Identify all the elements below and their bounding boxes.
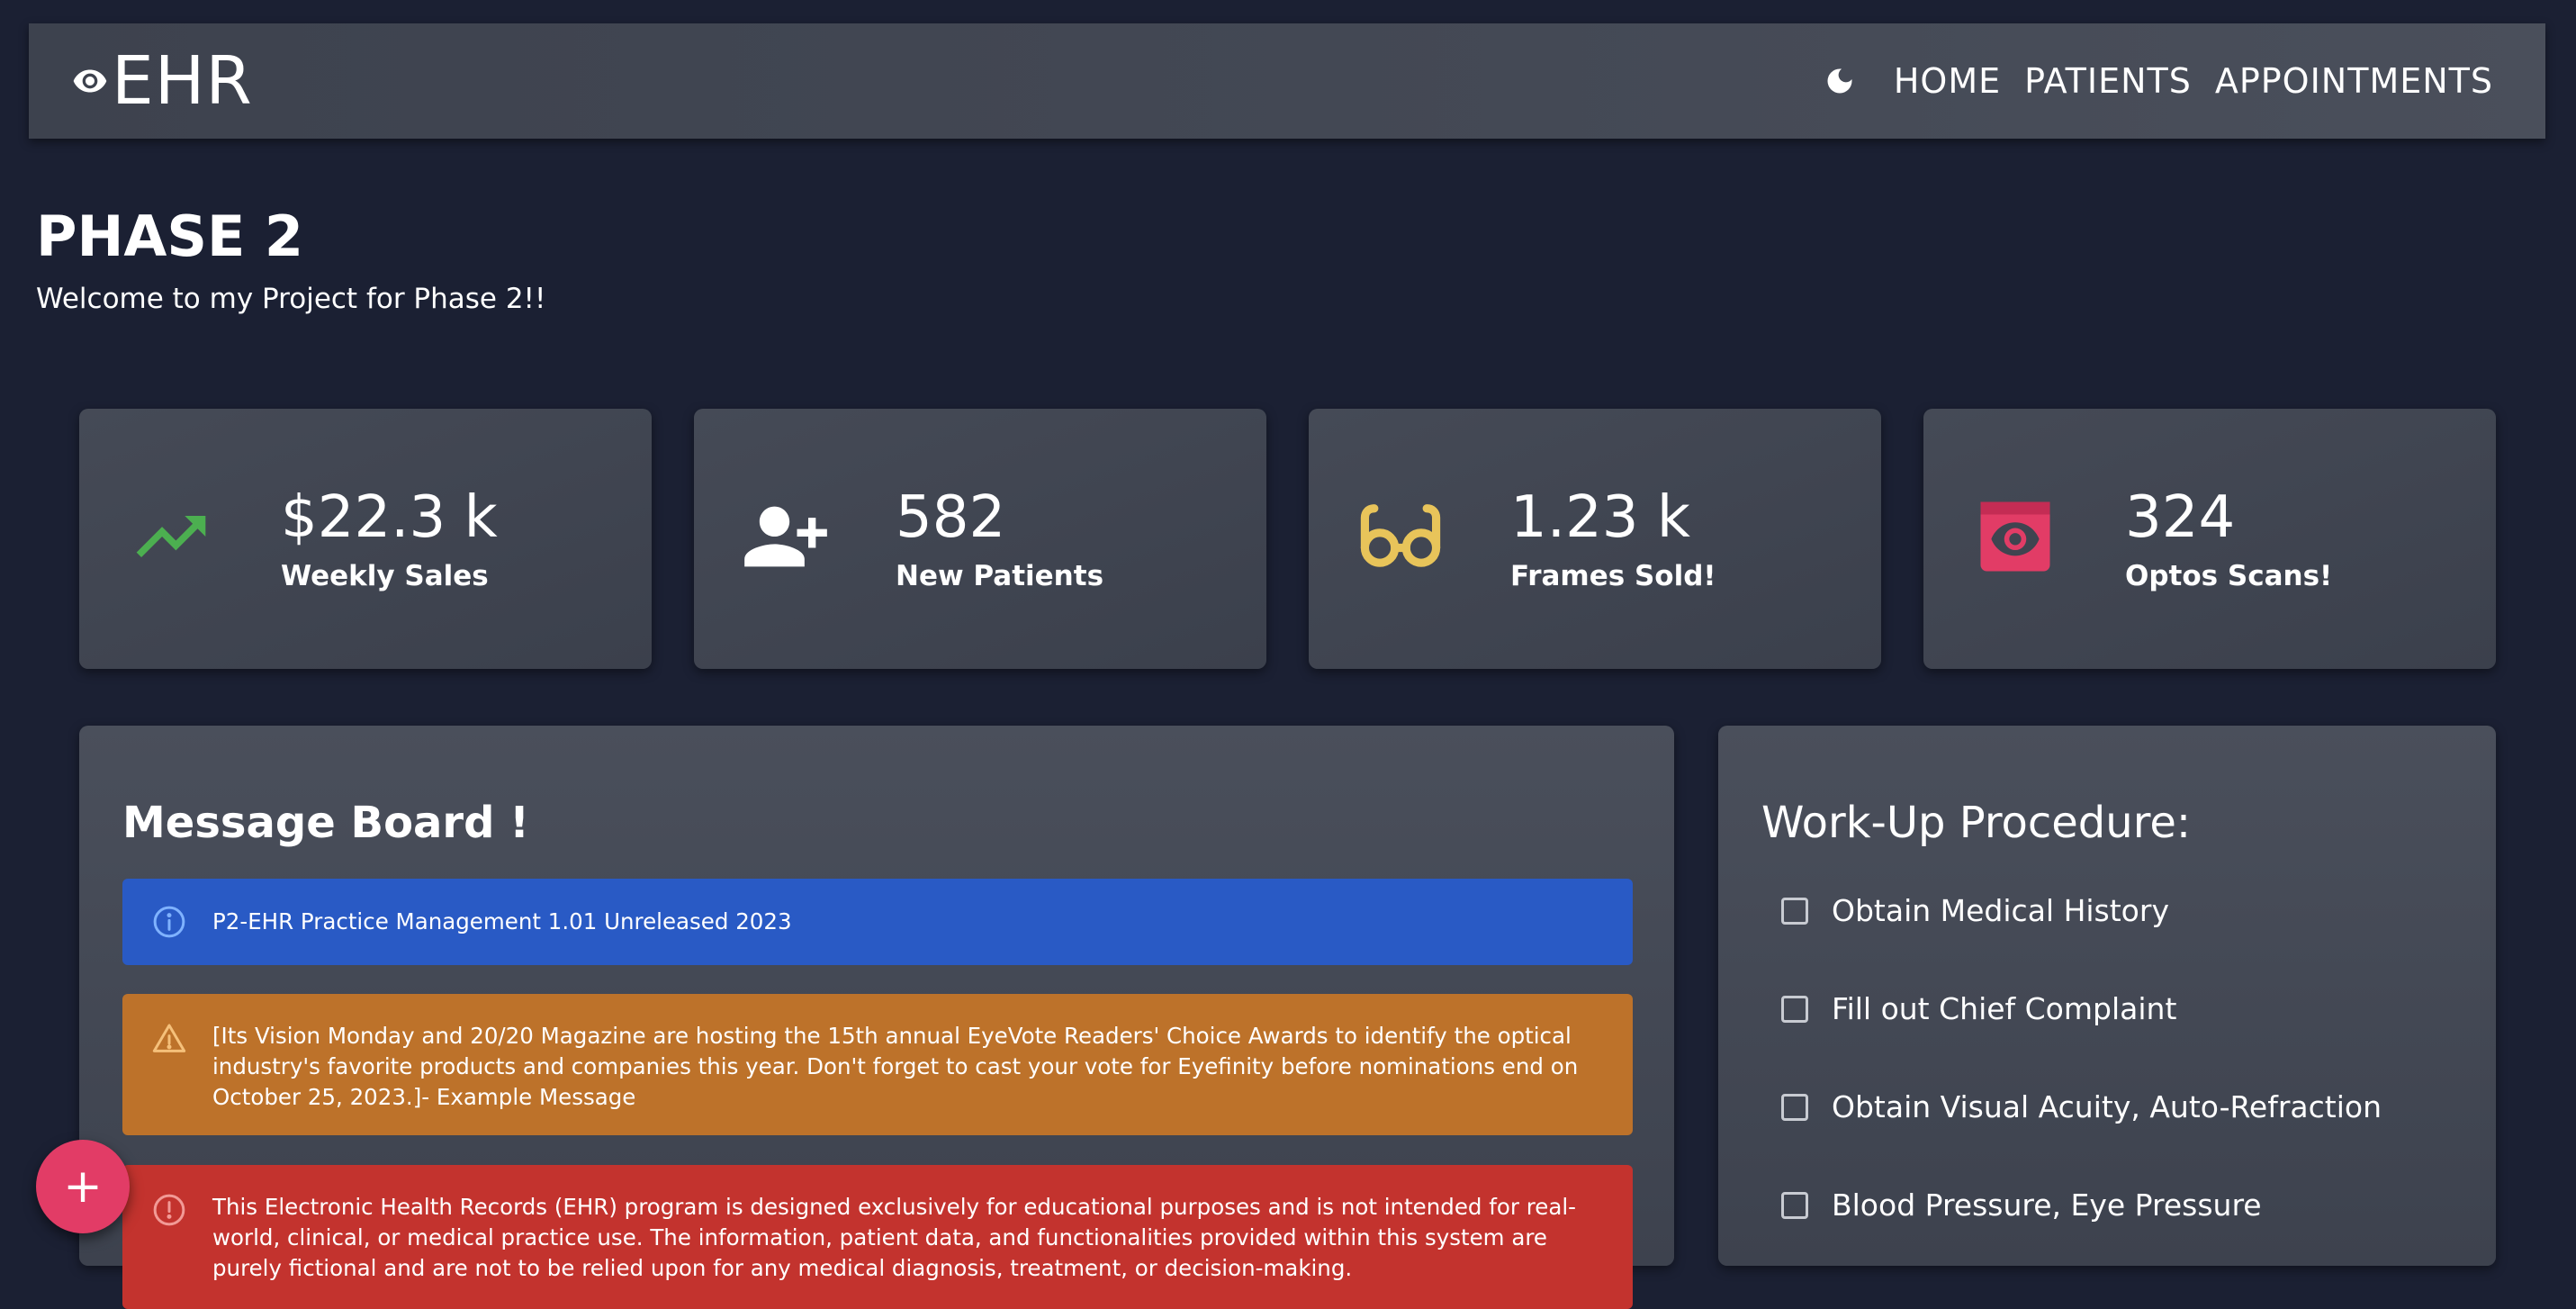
brand[interactable]: EHR	[72, 42, 253, 120]
workup-item-label: Blood Pressure, Eye Pressure	[1832, 1187, 2262, 1223]
add-fab-button[interactable]: +	[36, 1140, 130, 1233]
main-nav: HOME PATIENTS APPOINTMENTS	[1820, 61, 2493, 101]
checkbox[interactable]	[1781, 897, 1808, 925]
nav-appointments[interactable]: APPOINTMENTS	[2215, 61, 2493, 101]
message-board-panel: Message Board ! P2-EHR Practice Manageme…	[79, 726, 1674, 1309]
workup-item-label: Obtain Medical History	[1832, 893, 2169, 928]
workup-item[interactable]: Obtain Visual Acuity, Auto-Refraction	[1781, 1089, 2382, 1124]
checkbox[interactable]	[1781, 995, 1808, 1023]
stat-value: 1.23 k	[1510, 484, 1690, 551]
trending-up-icon	[126, 492, 216, 582]
workup-item[interactable]: Blood Pressure, Eye Pressure	[1781, 1187, 2262, 1223]
workup-item[interactable]: Obtain Medical History	[1781, 893, 2169, 928]
alert-text: P2-EHR Practice Management 1.01 Unreleas…	[212, 908, 792, 934]
eyeglasses-icon	[1356, 492, 1446, 582]
stat-card-optos-scans: 324 Optos Scans!	[1923, 409, 2496, 669]
plus-icon: +	[63, 1160, 103, 1214]
eye-scan-icon	[1970, 492, 2060, 582]
stat-label: Optos Scans!	[2125, 560, 2333, 592]
alert-error: This Electronic Health Records (EHR) pro…	[122, 1165, 1633, 1309]
stat-card-new-patients: 582 New Patients	[694, 409, 1266, 669]
alert-warning: [Its Vision Monday and 20/20 Magazine ar…	[122, 994, 1633, 1135]
page-title: PHASE 2	[36, 203, 304, 269]
stat-label: Frames Sold!	[1510, 560, 1716, 592]
alert-info: P2-EHR Practice Management 1.01 Unreleas…	[122, 879, 1633, 965]
workup-item-label: Fill out Chief Complaint	[1832, 991, 2177, 1026]
error-icon	[151, 1192, 187, 1228]
info-icon	[151, 904, 187, 940]
message-board-title: Message Board !	[122, 798, 530, 848]
alert-text: [Its Vision Monday and 20/20 Magazine ar…	[212, 1023, 1579, 1110]
app-bar: EHR HOME PATIENTS APPOINTMENTS	[29, 23, 2545, 139]
stat-card-frames-sold: 1.23 k Frames Sold!	[1309, 409, 1881, 669]
workup-panel: Work-Up Procedure: Obtain Medical Histor…	[1718, 726, 2496, 1266]
person-add-icon	[741, 492, 831, 582]
moon-icon[interactable]	[1820, 61, 1860, 101]
workup-item[interactable]: Fill out Chief Complaint	[1781, 991, 2176, 1026]
brand-title: EHR	[112, 42, 253, 120]
checkbox[interactable]	[1781, 1093, 1808, 1121]
alert-text: This Electronic Health Records (EHR) pro…	[212, 1194, 1576, 1281]
workup-item-label: Obtain Visual Acuity, Auto-Refraction	[1832, 1089, 2382, 1124]
stat-label: Weekly Sales	[281, 560, 489, 592]
nav-patients[interactable]: PATIENTS	[2024, 61, 2192, 101]
page-subtitle: Welcome to my Project for Phase 2!!	[36, 283, 546, 315]
workup-title: Work-Up Procedure:	[1761, 798, 2192, 848]
stat-card-weekly-sales: $22.3 k Weekly Sales	[79, 409, 652, 669]
warning-icon	[151, 1021, 187, 1057]
stat-value: 582	[896, 484, 1006, 551]
eye-icon	[72, 62, 110, 100]
nav-home[interactable]: HOME	[1894, 61, 2001, 101]
checkbox[interactable]	[1781, 1191, 1808, 1219]
stat-label: New Patients	[896, 560, 1104, 592]
stat-value: $22.3 k	[281, 484, 498, 551]
stat-value: 324	[2125, 484, 2236, 551]
